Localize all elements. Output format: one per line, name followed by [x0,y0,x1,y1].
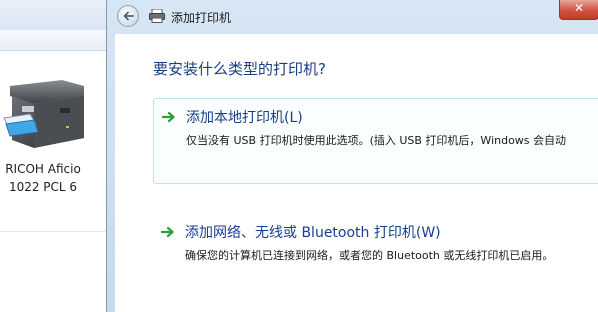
printer-icon [149,9,165,23]
green-arrow-icon [162,111,175,123]
dialog-content: 要安装什么类型的打印机? 添加本地打印机(L) 仅当没有 USB 打印机时使用此… [115,34,598,312]
back-button[interactable] [117,5,139,27]
page-title: 要安装什么类型的打印机? [153,60,326,78]
option-description: 确保您的计算机已连接到网络，或者您的 Bluetooth 或无线打印机已启用。 [185,249,554,262]
option-title: 添加本地打印机(L) [186,110,303,126]
dialog-titlebar[interactable]: 添加打印机 ✕ [107,0,598,34]
dialog-title: 添加打印机 [171,11,232,25]
add-local-printer-option[interactable]: 添加本地打印机(L) 仅当没有 USB 打印机时使用此选项。(插入 USB 打印… [153,98,598,184]
close-icon: ✕ [573,1,585,15]
folder-divider [0,231,108,232]
add-printer-dialog: 添加打印机 ✕ 要安装什么类型的打印机? 添加本地打印机(L) 仅当没有 USB… [106,0,598,312]
back-arrow-icon [123,11,134,21]
option-title: 添加网络、无线或 Bluetooth 打印机(W) [185,225,441,241]
printer-name-line2: 1022 PCL 6 [8,180,78,194]
printer-label: RICOH Aficio 1022 PCL 6 [0,160,86,196]
folder-address-bar-area [0,0,108,30]
green-arrow-icon [161,226,174,238]
printer-icon [3,80,84,148]
option-description: 仅当没有 USB 打印机时使用此选项。(插入 USB 打印机后，Windows … [186,134,567,147]
close-button[interactable]: ✕ [559,0,598,20]
printer-item-ricoh[interactable]: RICOH Aficio 1022 PCL 6 [0,74,92,204]
add-network-printer-option[interactable]: 添加网络、无线或 Bluetooth 打印机(W) 确保您的计算机已连接到网络，… [153,216,598,276]
folder-toolbar [0,30,108,51]
printer-name-line1: RICOH Aficio [5,162,81,176]
